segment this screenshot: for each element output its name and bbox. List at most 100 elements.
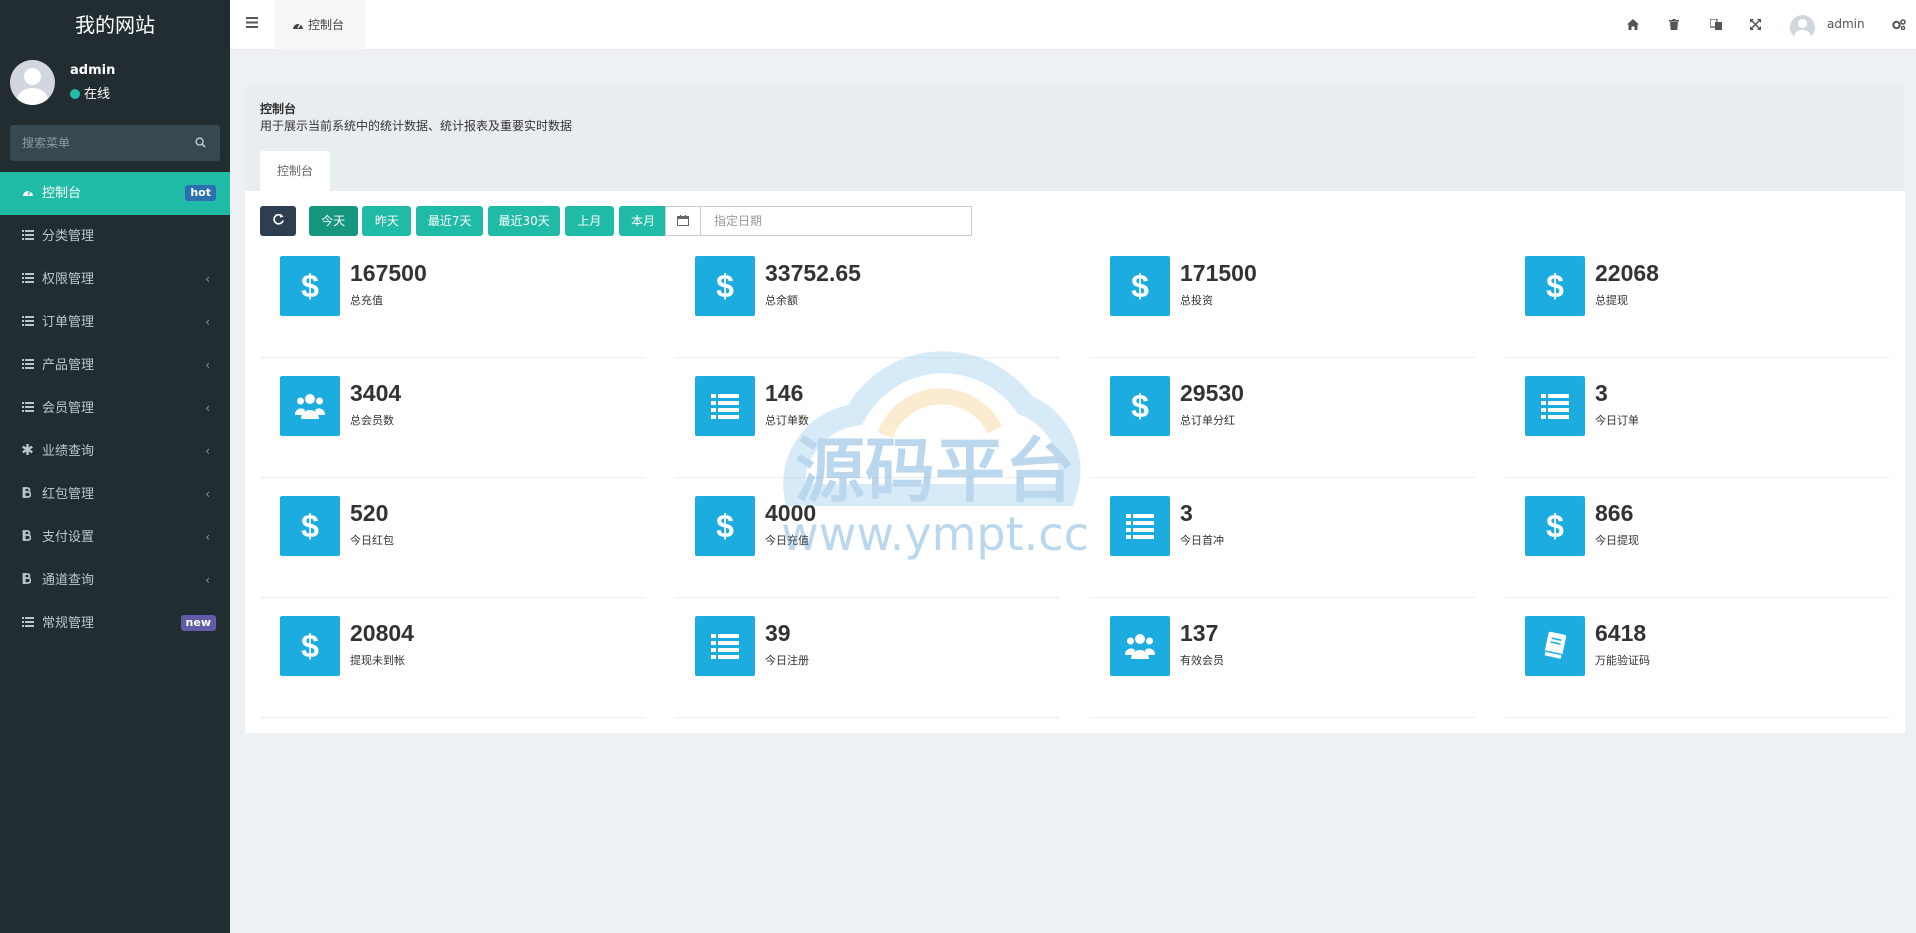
sidebar-item-category[interactable]: 分类管理 <box>0 215 230 258</box>
stat-value: 6418 <box>1595 620 1647 646</box>
list-icon <box>1110 496 1170 556</box>
stat-value: 22068 <box>1595 260 1659 286</box>
sidebar-item-label: 常规管理 <box>42 616 95 631</box>
sidebar-item-member[interactable]: 会员管理 ‹ <box>0 387 230 430</box>
stat-label: 提现未到帐 <box>350 654 405 667</box>
stat-card: $4000 今日充值 <box>675 496 1060 598</box>
calendar-button[interactable] <box>666 207 701 235</box>
stat-label: 有效会员 <box>1180 654 1224 667</box>
list-icon <box>22 602 34 645</box>
sidebar-item-product[interactable]: 产品管理 ‹ <box>0 344 230 387</box>
stat-value: 866 <box>1595 500 1634 526</box>
trash-icon[interactable] <box>1669 19 1679 34</box>
sidebar-item-order[interactable]: 订单管理 ‹ <box>0 301 230 344</box>
dollar-icon: $ <box>1110 256 1170 316</box>
dollar-icon: $ <box>280 256 340 316</box>
svg-text:$: $ <box>301 271 319 301</box>
sidebar-item-label: 红包管理 <box>42 487 95 502</box>
sidebar-item-label: 控制台 <box>42 186 82 201</box>
sidebar-item-performance[interactable]: 业绩查询 ‹ <box>0 430 230 473</box>
tab-dashboard-panel[interactable]: 控制台 <box>260 151 330 191</box>
site-title[interactable]: 我的网站 <box>0 0 230 50</box>
svg-text:$: $ <box>716 511 734 541</box>
user-name: admin <box>70 63 116 78</box>
topbar-avatar[interactable] <box>1790 15 1815 40</box>
svg-text:$: $ <box>301 631 319 661</box>
stat-label: 总会员数 <box>350 414 394 427</box>
filter-last7-button[interactable]: 最近7天 <box>416 206 484 236</box>
dollar-icon: $ <box>1525 256 1585 316</box>
status-text: 在线 <box>84 87 111 102</box>
search-icon[interactable] <box>195 137 206 152</box>
sidebar: 我的网站 admin 在线 控制台hot分类管理权限管理‹订单管理‹产品管理‹会… <box>0 0 230 933</box>
stat-label: 今日注册 <box>765 654 809 667</box>
stat-value: 167500 <box>350 260 427 286</box>
bitcoin-icon <box>22 473 34 516</box>
stat-card: 3 今日首冲 <box>1090 496 1475 598</box>
list-icon <box>22 258 34 301</box>
filter-today-button[interactable]: 今天 <box>308 206 358 236</box>
dollar-icon: $ <box>1525 496 1585 556</box>
stat-value: 3 <box>1595 380 1608 406</box>
bitcoin-icon <box>22 559 34 602</box>
stat-card: $33752.65 总余额 <box>675 256 1060 358</box>
menu-toggle-icon[interactable] <box>246 17 258 32</box>
stat-card: $20804 提现未到帐 <box>260 616 645 718</box>
sidebar-item-payment[interactable]: 支付设置 ‹ <box>0 516 230 559</box>
chevron-left-icon: ‹ <box>205 401 210 415</box>
refresh-icon <box>272 213 284 225</box>
stat-card: $171500 总投资 <box>1090 256 1475 358</box>
topbar-username[interactable]: admin <box>1827 17 1865 31</box>
refresh-button[interactable] <box>260 206 296 236</box>
stat-card: 3404 总会员数 <box>260 376 645 478</box>
list-icon <box>695 376 755 436</box>
filter-this-month-button[interactable]: 本月 <box>618 206 668 236</box>
sidebar-item-redpacket[interactable]: 红包管理 ‹ <box>0 473 230 516</box>
stat-value: 137 <box>1180 620 1219 646</box>
list-icon <box>695 616 755 676</box>
home-icon[interactable] <box>1627 19 1639 34</box>
sidebar-search <box>10 125 220 161</box>
date-input[interactable] <box>702 207 970 235</box>
dashboard-icon <box>22 172 34 215</box>
language-icon[interactable] <box>1709 18 1722 34</box>
tab-dashboard[interactable]: 控制台 <box>275 0 365 50</box>
stat-value: 171500 <box>1180 260 1257 286</box>
svg-text:$: $ <box>1131 271 1149 301</box>
dollar-icon: $ <box>695 256 755 316</box>
sidebar-item-dashboard[interactable]: 控制台 hot <box>0 172 230 215</box>
stat-label: 今日订单 <box>1595 414 1639 427</box>
filter-yesterday-button[interactable]: 昨天 <box>362 206 412 236</box>
filter-last-month-button[interactable]: 上月 <box>565 206 614 236</box>
stat-value: 33752.65 <box>765 260 861 286</box>
stat-label: 总订单数 <box>765 414 809 427</box>
filter-last30-button[interactable]: 最近30天 <box>488 206 561 236</box>
stat-label: 总提现 <box>1595 294 1628 307</box>
sidebar-item-channel[interactable]: 通道查询 ‹ <box>0 559 230 602</box>
stat-value: 520 <box>350 500 389 526</box>
stat-label: 今日充值 <box>765 534 809 547</box>
stat-value: 3 <box>1180 500 1193 526</box>
chevron-left-icon: ‹ <box>205 315 210 329</box>
dollar-icon: $ <box>695 496 755 556</box>
asterisk-icon <box>22 430 34 473</box>
fullscreen-icon[interactable] <box>1750 19 1761 34</box>
stat-card: 3 今日订单 <box>1505 376 1890 478</box>
settings-icon[interactable] <box>1892 19 1906 34</box>
users-icon <box>280 376 340 436</box>
avatar <box>10 60 55 105</box>
search-input[interactable] <box>10 125 220 161</box>
users-icon <box>1110 616 1170 676</box>
chevron-left-icon: ‹ <box>205 487 210 501</box>
list-icon <box>22 387 34 430</box>
chevron-left-icon: ‹ <box>205 272 210 286</box>
online-dot-icon <box>70 89 80 99</box>
svg-text:$: $ <box>1131 391 1149 421</box>
chevron-left-icon: ‹ <box>205 444 210 458</box>
tab-label: 控制台 <box>308 18 345 32</box>
page-title: 控制台 <box>260 102 297 116</box>
stat-label: 今日首冲 <box>1180 534 1224 547</box>
sidebar-item-label: 会员管理 <box>42 401 95 416</box>
sidebar-item-permission[interactable]: 权限管理 ‹ <box>0 258 230 301</box>
sidebar-item-general[interactable]: 常规管理 new <box>0 602 230 645</box>
